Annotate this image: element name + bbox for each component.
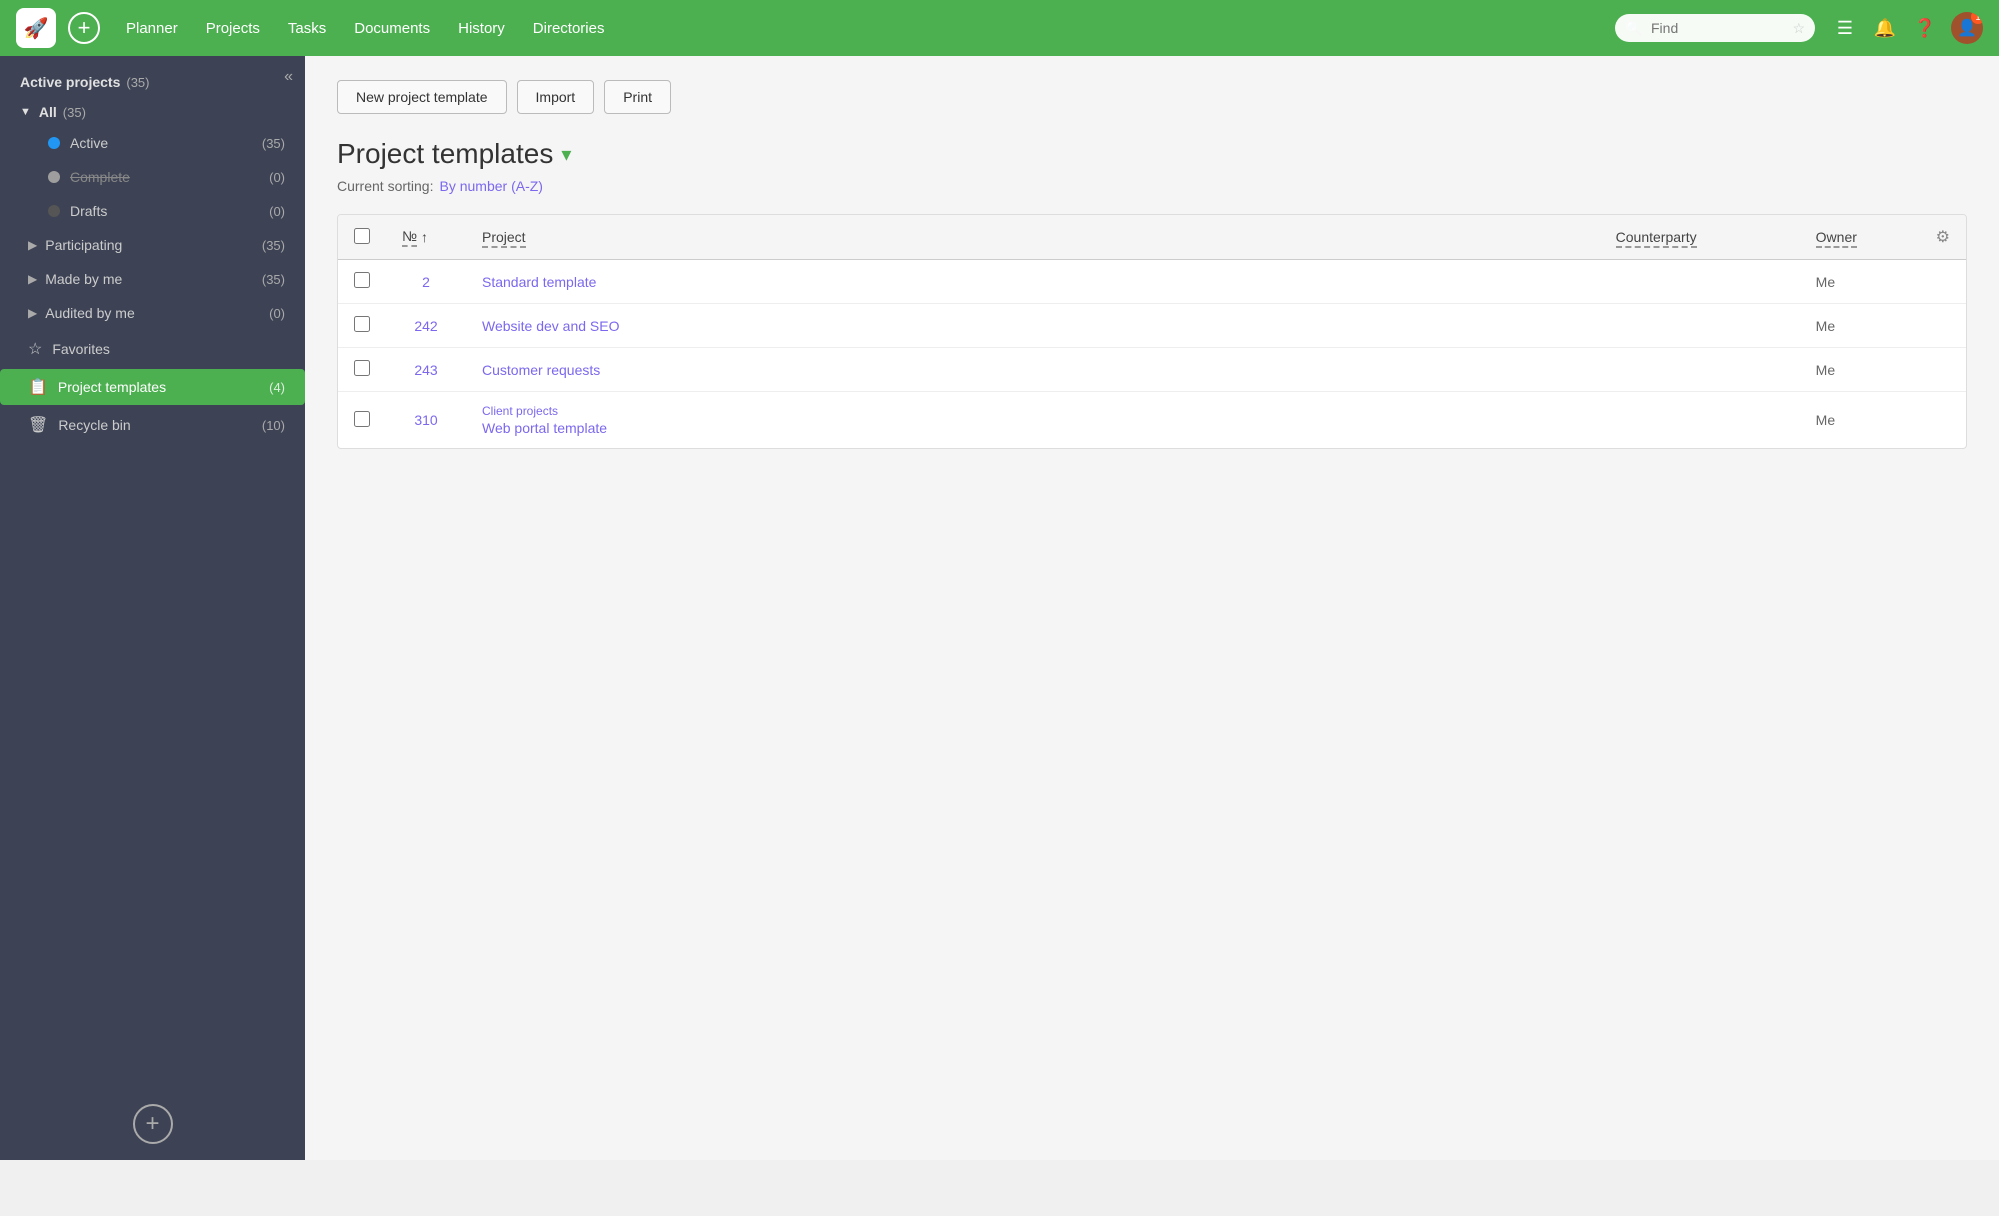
sidebar-item-project-templates[interactable]: 📋 Project templates (4) — [0, 369, 305, 405]
gear-icon[interactable]: ⚙ — [1936, 229, 1950, 246]
row-counterparty-0 — [1600, 260, 1800, 304]
table-row: 310 Client projects Web portal template … — [338, 392, 1966, 449]
sidebar-item-audited-by-me[interactable]: ▶ Audited by me (0) — [0, 297, 305, 329]
row-project-link-0[interactable]: Standard template — [482, 274, 596, 290]
sidebar-item-drafts[interactable]: Drafts (0) — [0, 195, 305, 227]
expand-participating-icon: ▶ — [28, 238, 37, 252]
nav-documents[interactable]: Documents — [344, 14, 440, 43]
col-num-header[interactable]: № ↑ — [386, 215, 466, 260]
recycle-bin-icon: 🗑 — [28, 415, 48, 435]
row-counterparty-1 — [1600, 304, 1800, 348]
expand-auditedbyme-icon: ▶ — [28, 306, 37, 320]
star-icon: ☆ — [1792, 20, 1805, 37]
drafts-dot — [48, 205, 60, 217]
sort-arrow-icon: ↑ — [421, 229, 428, 245]
active-dot — [48, 137, 60, 149]
row-owner-3: Me — [1800, 392, 1920, 449]
complete-dot — [48, 171, 60, 183]
topnav: 🚀 + Planner Projects Tasks Documents His… — [0, 0, 1999, 56]
sort-row: Current sorting: By number (A-Z) — [337, 178, 1967, 194]
sidebar-item-made-by-me[interactable]: ▶ Made by me (35) — [0, 263, 305, 295]
col-settings-header: ⚙ — [1920, 215, 1966, 260]
row-project-2: Customer requests — [466, 348, 1600, 392]
row-counterparty-3 — [1600, 392, 1800, 449]
table-row: 242 Website dev and SEO Me — [338, 304, 1966, 348]
menu-icon[interactable]: ☰ — [1831, 14, 1859, 42]
sidebar-item-all[interactable]: ▼ All (35) — [0, 98, 305, 126]
col-counterparty-header: Counterparty — [1600, 215, 1800, 260]
table-row: 243 Customer requests Me — [338, 348, 1966, 392]
row-owner-1: Me — [1800, 304, 1920, 348]
row-project-0: Standard template — [466, 260, 1600, 304]
row-project-3: Client projects Web portal template — [466, 392, 1600, 449]
add-button[interactable]: + — [68, 12, 100, 44]
search-wrap: 🔍 ☆ — [1615, 14, 1815, 42]
table-wrap: № ↑ Project Counterparty Owner — [337, 214, 1967, 449]
row-project-1: Website dev and SEO — [466, 304, 1600, 348]
row-project-link-2[interactable]: Customer requests — [482, 362, 600, 378]
row-checkbox-0[interactable] — [354, 272, 370, 288]
logo-icon: 🚀 — [16, 8, 56, 48]
sidebar-item-favorites[interactable]: ☆ Favorites — [0, 331, 305, 367]
search-input[interactable] — [1615, 14, 1815, 42]
page-title-row: Project templates ▾ — [337, 138, 1967, 170]
sidebar-item-participating[interactable]: ▶ Participating (35) — [0, 229, 305, 261]
sidebar-bottom: + — [133, 1104, 173, 1144]
sidebar-item-recycle-bin[interactable]: 🗑 Recycle bin (10) — [0, 407, 305, 443]
topnav-icons: ☰ 🔔 ❓ 👤 1 — [1831, 12, 1983, 44]
page-title-dropdown-icon[interactable]: ▾ — [561, 142, 571, 167]
row-settings-0 — [1920, 260, 1966, 304]
row-owner-0: Me — [1800, 260, 1920, 304]
row-checkbox-3[interactable] — [354, 411, 370, 427]
col-owner-header: Owner — [1800, 215, 1920, 260]
sidebar-item-complete[interactable]: Complete (0) — [0, 161, 305, 193]
row-num-3: 310 — [386, 392, 466, 449]
select-all-checkbox[interactable] — [354, 228, 370, 244]
row-num-0: 2 — [386, 260, 466, 304]
bell-icon[interactable]: 🔔 — [1871, 14, 1899, 42]
row-checkbox-2[interactable] — [354, 360, 370, 376]
sort-label: Current sorting: — [337, 178, 433, 194]
nav-history[interactable]: History — [448, 14, 515, 43]
layout: « Active projects (35) ▼ All (35) Active… — [0, 56, 1999, 1160]
import-button[interactable]: Import — [517, 80, 595, 114]
page-title: Project templates — [337, 138, 553, 170]
col-project-header: Project — [466, 215, 1600, 260]
row-checkbox-1[interactable] — [354, 316, 370, 332]
row-settings-2 — [1920, 348, 1966, 392]
sidebar-section-title: Active projects (35) — [0, 56, 305, 98]
expand-arrow-icon: ▼ — [20, 106, 31, 118]
toolbar: New project template Import Print — [337, 80, 1967, 114]
sort-value-link[interactable]: By number (A-Z) — [439, 178, 542, 194]
nav-planner[interactable]: Planner — [116, 14, 188, 43]
main-content: New project template Import Print Projec… — [305, 56, 1999, 1160]
row-sub-3: Client projects — [482, 404, 1584, 418]
row-settings-3 — [1920, 392, 1966, 449]
help-icon[interactable]: ❓ — [1911, 14, 1939, 42]
sidebar-item-active[interactable]: Active (35) — [0, 127, 305, 159]
nav-tasks[interactable]: Tasks — [278, 14, 336, 43]
avatar[interactable]: 👤 1 — [1951, 12, 1983, 44]
row-owner-2: Me — [1800, 348, 1920, 392]
row-counterparty-2 — [1600, 348, 1800, 392]
new-project-template-button[interactable]: New project template — [337, 80, 507, 114]
sidebar-add-button[interactable]: + — [133, 1104, 173, 1144]
nav-projects[interactable]: Projects — [196, 14, 270, 43]
row-num-1: 242 — [386, 304, 466, 348]
row-num-2: 243 — [386, 348, 466, 392]
print-button[interactable]: Print — [604, 80, 671, 114]
sidebar-collapse-button[interactable]: « — [284, 68, 293, 86]
sidebar: « Active projects (35) ▼ All (35) Active… — [0, 56, 305, 1160]
project-templates-table: № ↑ Project Counterparty Owner — [338, 215, 1966, 448]
avatar-badge: 1 — [1971, 12, 1983, 24]
row-settings-1 — [1920, 304, 1966, 348]
table-row: 2 Standard template Me — [338, 260, 1966, 304]
row-project-link-3[interactable]: Web portal template — [482, 420, 607, 436]
star-icon: ☆ — [28, 339, 42, 359]
nav-directories[interactable]: Directories — [523, 14, 615, 43]
expand-madebyme-icon: ▶ — [28, 272, 37, 286]
row-project-link-1[interactable]: Website dev and SEO — [482, 318, 619, 334]
templates-icon: 📋 — [28, 377, 48, 397]
col-checkbox — [338, 215, 386, 260]
